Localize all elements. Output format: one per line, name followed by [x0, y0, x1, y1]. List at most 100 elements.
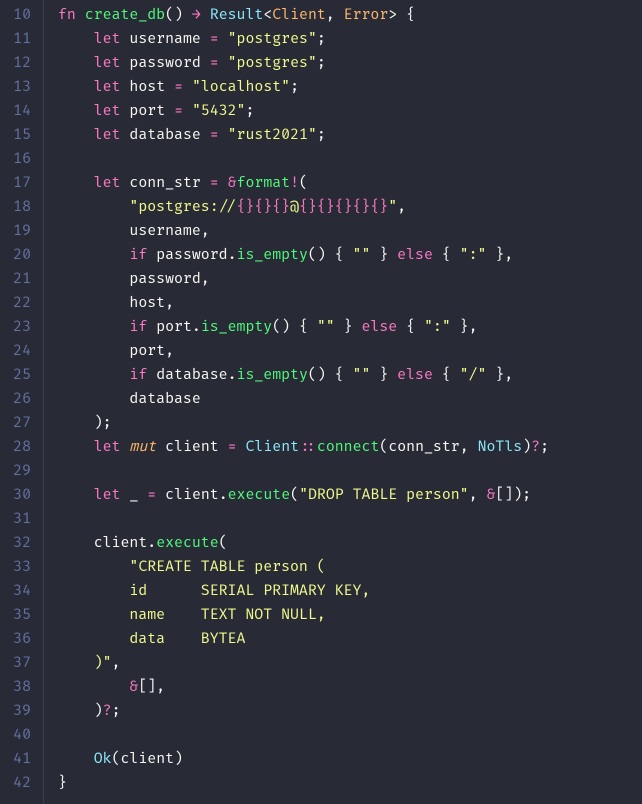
token-kw: if	[129, 367, 147, 384]
token-op: =	[174, 103, 183, 120]
token-pun	[156, 439, 165, 456]
token-pun	[58, 535, 94, 552]
token-pun: ;	[317, 127, 326, 144]
code-line[interactable]: if database.is_empty() { "" } else { "/"…	[58, 364, 549, 388]
token-pun: )	[58, 703, 103, 720]
code-line[interactable]: let username = "postgres";	[58, 28, 549, 52]
token-str: "rust2021"	[228, 127, 317, 144]
token-pun: }	[58, 775, 67, 792]
token-esc: {}{}{}{}{}	[299, 199, 388, 216]
code-area[interactable]: fn create_db() → Result<Client, Error> {…	[44, 0, 549, 804]
token-pun: ;	[290, 79, 299, 96]
token-pun	[237, 439, 246, 456]
code-line[interactable]: let conn_str = &format!(	[58, 172, 549, 196]
token-pun	[58, 79, 94, 96]
code-line[interactable]	[58, 724, 549, 748]
line-number: 29	[4, 460, 31, 484]
token-var: client	[165, 487, 219, 504]
line-number-gutter: 1011121314151617181920212223242526272829…	[0, 0, 44, 804]
token-pun	[58, 367, 129, 384]
token-kw: if	[129, 247, 147, 264]
code-line[interactable]: password,	[58, 268, 549, 292]
code-line[interactable]: name TEXT NOT NULL,	[58, 604, 549, 628]
code-line[interactable]: client.execute(	[58, 532, 549, 556]
token-pun: ;	[317, 31, 326, 48]
token-fnname: is_empty	[237, 367, 308, 384]
token-pun	[58, 295, 129, 312]
token-pun	[219, 439, 228, 456]
token-kw: if	[129, 319, 147, 336]
token-str: id SERIAL PRIMARY KEY,	[58, 583, 370, 600]
token-pun: }	[335, 319, 362, 336]
line-number: 11	[4, 28, 31, 52]
line-number: 30	[4, 484, 31, 508]
token-pun: )	[522, 439, 531, 456]
code-line[interactable]: "CREATE TABLE person (	[58, 556, 549, 580]
code-line[interactable]: database	[58, 388, 549, 412]
code-line[interactable]	[58, 508, 549, 532]
code-line[interactable]: id SERIAL PRIMARY KEY,	[58, 580, 549, 604]
token-var: password	[156, 247, 227, 264]
code-line[interactable]	[58, 460, 549, 484]
token-var: host	[129, 295, 165, 312]
token-pun	[201, 31, 210, 48]
token-fnname: create_db	[85, 7, 165, 24]
line-number: 37	[4, 652, 31, 676]
token-str: ""	[353, 367, 371, 384]
code-line[interactable]: )",	[58, 652, 549, 676]
code-line[interactable]: let _ = client.execute("DROP TABLE perso…	[58, 484, 549, 508]
token-var: port	[129, 343, 165, 360]
token-pun	[58, 199, 129, 216]
code-line[interactable]: username,	[58, 220, 549, 244]
token-str: ":"	[424, 319, 451, 336]
token-pun: []);	[495, 487, 531, 504]
code-line[interactable]: let host = "localhost";	[58, 76, 549, 100]
line-number: 15	[4, 124, 31, 148]
code-line[interactable]: Ok(client)	[58, 748, 549, 772]
code-line[interactable]: port,	[58, 340, 549, 364]
code-line[interactable]: let mut client = Client::connect(conn_st…	[58, 436, 549, 460]
code-line[interactable]: let port = "5432";	[58, 100, 549, 124]
code-line[interactable]: let database = "rust2021";	[58, 124, 549, 148]
code-line[interactable]: }	[58, 772, 549, 796]
token-pun: );	[58, 415, 112, 432]
token-pun: ,	[460, 439, 478, 456]
token-var: port	[156, 319, 192, 336]
code-line[interactable]: if password.is_empty() { "" } else { ":"…	[58, 244, 549, 268]
token-str: "CREATE TABLE person (	[129, 559, 325, 576]
token-fnname: is_empty	[201, 319, 272, 336]
token-kw: else	[397, 367, 433, 384]
token-op: →	[192, 7, 201, 24]
token-typegen: Ok	[94, 751, 112, 768]
code-line[interactable]: host,	[58, 292, 549, 316]
line-number: 34	[4, 580, 31, 604]
code-line[interactable]: data BYTEA	[58, 628, 549, 652]
code-line[interactable]	[58, 148, 549, 172]
token-str: "localhost"	[192, 79, 290, 96]
token-var: client	[121, 751, 175, 768]
code-line[interactable]: "postgres://{}{}{}@{}{}{}{}{}",	[58, 196, 549, 220]
token-str: "	[388, 199, 397, 216]
token-pun: () {	[272, 319, 317, 336]
token-var: conn_str	[388, 439, 459, 456]
token-pun: ,	[201, 223, 210, 240]
token-str: "postgres"	[228, 31, 317, 48]
token-pun: ,	[201, 271, 210, 288]
token-pun: .	[192, 319, 201, 336]
token-str: ""	[353, 247, 371, 264]
code-line[interactable]: )?;	[58, 700, 549, 724]
token-var: username	[129, 223, 200, 240]
code-line[interactable]: if port.is_empty() { "" } else { ":" },	[58, 316, 549, 340]
token-pun	[219, 55, 228, 72]
code-line[interactable]: let password = "postgres";	[58, 52, 549, 76]
token-str: ""	[317, 319, 335, 336]
code-editor[interactable]: 1011121314151617181920212223242526272829…	[0, 0, 642, 804]
token-kw: let	[94, 79, 121, 96]
token-kw: else	[361, 319, 397, 336]
code-line[interactable]: );	[58, 412, 549, 436]
token-pun	[138, 487, 147, 504]
line-number: 26	[4, 388, 31, 412]
code-line[interactable]: &[],	[58, 676, 549, 700]
code-line[interactable]: fn create_db() → Result<Client, Error> {	[58, 4, 549, 28]
token-op: =	[210, 55, 219, 72]
